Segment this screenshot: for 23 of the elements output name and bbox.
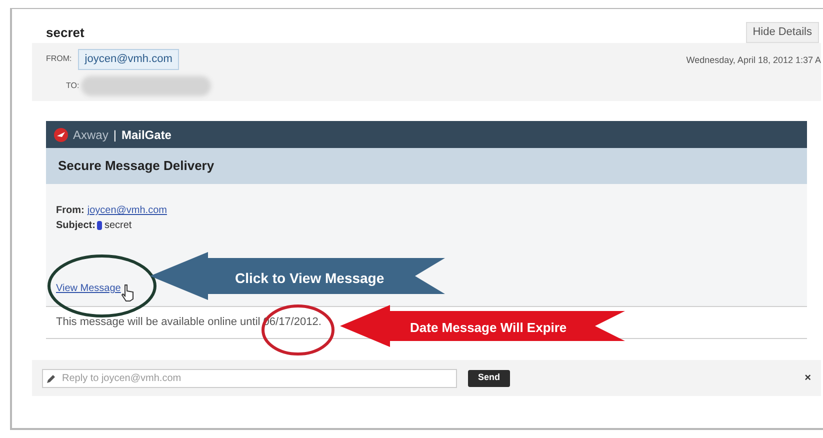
subject-label: Subject: [56,219,96,233]
message-date: Wednesday, April 18, 2012 1:37 A [686,54,821,67]
send-button[interactable]: Send [468,370,510,386]
hand-cursor-icon [121,284,135,302]
sender-chip[interactable]: joycen@vmh.com [78,49,180,70]
sender-link[interactable]: joycen@vmh.com [87,203,167,218]
from-label: From: [56,204,84,218]
view-message-link[interactable]: View Message [56,281,121,296]
from-label: FROM: [46,53,72,66]
email-subject: secret [46,24,84,42]
callout-label: Date Message Will Expire [410,319,567,338]
reply-field[interactable]: Reply to joycen@vmh.com [42,368,457,388]
hide-details-button[interactable]: Hide Details [746,22,819,42]
product-name: MailGate [121,126,172,144]
page-heading: Secure Message Delivery [58,157,214,176]
logo-icon [54,128,68,142]
callout-label: Click to View Message [235,268,384,288]
to-label: TO: [66,80,80,92]
brand-separator: | [113,126,116,144]
close-button[interactable]: × [804,370,811,386]
brand-name: Axway [73,126,108,144]
pencil-icon [47,374,56,382]
subject-text: secret [104,219,132,233]
